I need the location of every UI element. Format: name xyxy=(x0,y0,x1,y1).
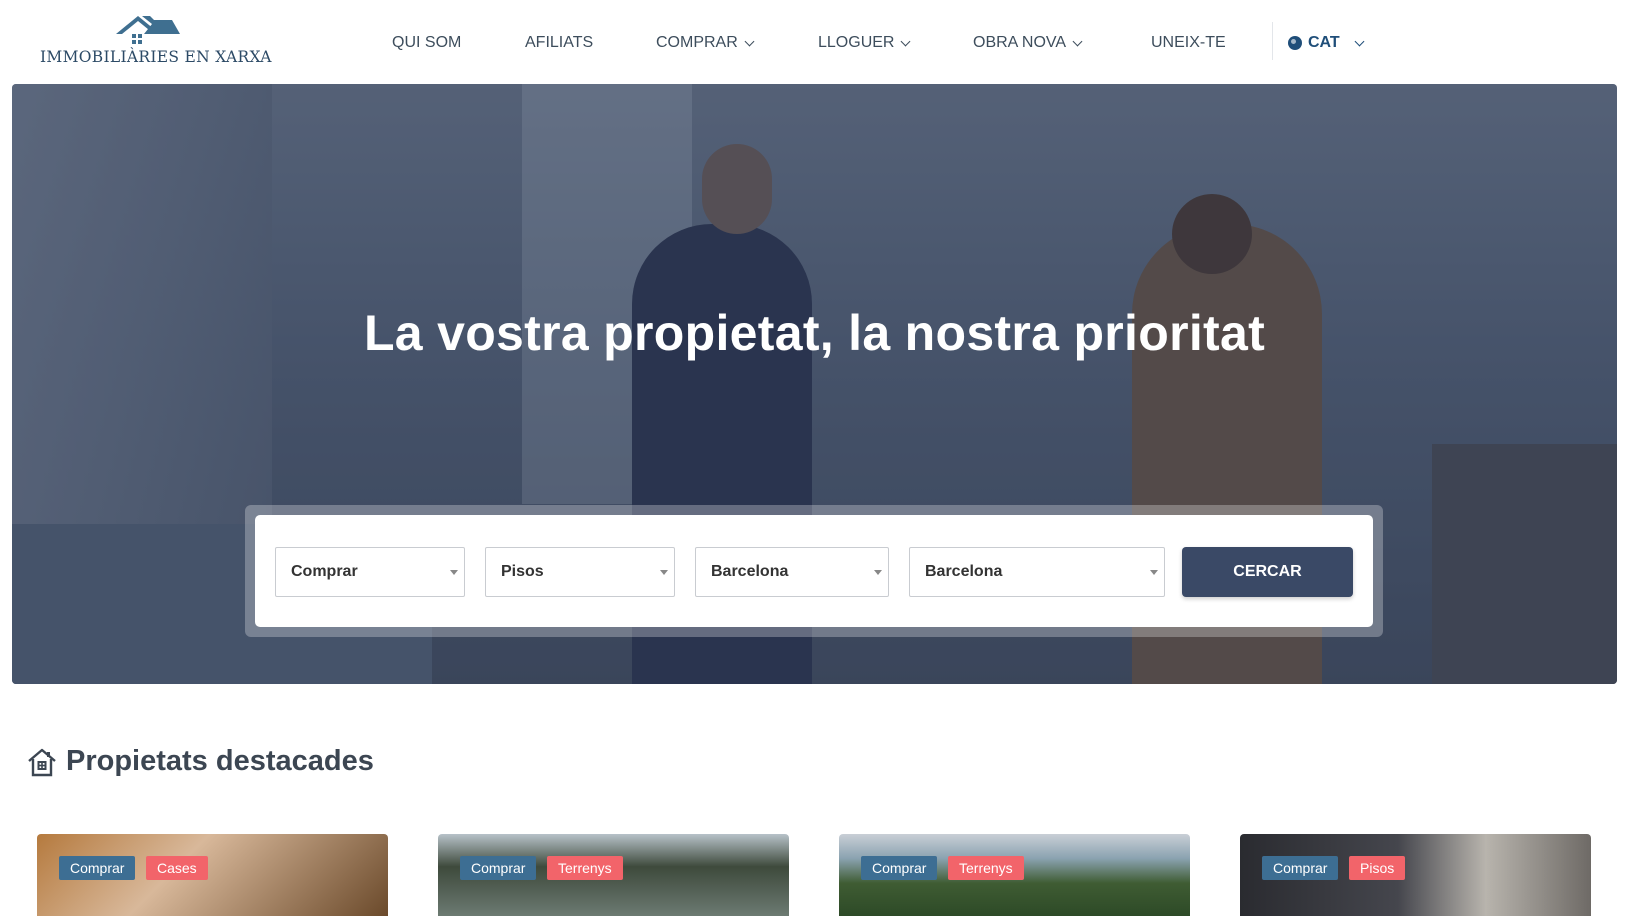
nav-label: COMPRAR xyxy=(656,34,738,51)
house-roof-icon xyxy=(116,16,180,44)
operation-badge: Comprar xyxy=(460,856,537,880)
operation-value: Comprar xyxy=(291,563,358,580)
category-badge: Cases xyxy=(146,856,208,880)
property-card[interactable]: Comprar Terrenys xyxy=(438,834,789,916)
caret-down-icon xyxy=(660,570,668,575)
hero-title: La vostra propietat, la nostra prioritat xyxy=(363,305,1266,361)
logo-text: IMMOBILIÀRIES EN XARXA xyxy=(40,48,272,66)
globe-icon xyxy=(1288,36,1302,50)
search-form: Comprar Pisos Barcelona Barcelona CERCAR xyxy=(255,515,1373,627)
site-logo[interactable]: IMMOBILIÀRIES EN XARXA xyxy=(40,12,271,72)
property-type-value: Pisos xyxy=(501,563,544,580)
operation-badge: Comprar xyxy=(1262,856,1339,880)
nav-afiliats[interactable]: AFILIATS xyxy=(525,34,593,52)
city-select[interactable]: Barcelona xyxy=(909,547,1165,597)
site-header: IMMOBILIÀRIES EN XARXA QUI SOM AFILIATS … xyxy=(0,0,1627,84)
nav-label: OBRA NOVA xyxy=(973,34,1067,51)
property-type-select[interactable]: Pisos xyxy=(485,547,675,597)
category-badge: Pisos xyxy=(1349,856,1406,880)
category-badge: Terrenys xyxy=(948,856,1024,880)
nav-lloguer[interactable]: LLOGUER xyxy=(818,34,911,52)
hero-banner: La vostra propietat, la nostra prioritat… xyxy=(12,84,1617,684)
chevron-down-icon xyxy=(744,36,755,46)
search-button[interactable]: CERCAR xyxy=(1182,547,1353,597)
property-card[interactable]: Comprar Terrenys xyxy=(839,834,1190,916)
featured-title: Propietats destacades xyxy=(66,745,374,777)
language-selector[interactable]: CAT xyxy=(1288,34,1365,52)
province-value: Barcelona xyxy=(711,563,789,580)
province-select[interactable]: Barcelona xyxy=(695,547,889,597)
category-badge: Terrenys xyxy=(547,856,623,880)
operation-badge: Comprar xyxy=(861,856,938,880)
nav-label: QUI SOM xyxy=(392,34,462,51)
operation-select[interactable]: Comprar xyxy=(275,547,465,597)
nav-label: UNEIX-TE xyxy=(1151,34,1226,51)
nav-label: LLOGUER xyxy=(818,34,895,51)
chevron-down-icon xyxy=(1354,36,1365,46)
operation-badge: Comprar xyxy=(59,856,136,880)
caret-down-icon xyxy=(874,570,882,575)
language-label: CAT xyxy=(1308,34,1340,51)
search-panel: Comprar Pisos Barcelona Barcelona CERCAR xyxy=(245,505,1383,637)
nav-comprar[interactable]: COMPRAR xyxy=(656,34,755,52)
nav-qui-som[interactable]: QUI SOM xyxy=(392,34,461,52)
chevron-down-icon xyxy=(1072,36,1083,46)
nav-uneix-te[interactable]: UNEIX-TE xyxy=(1151,34,1226,52)
nav-label: AFILIATS xyxy=(525,34,594,51)
chevron-down-icon xyxy=(901,36,911,46)
nav-obra-nova[interactable]: OBRA NOVA xyxy=(973,34,1083,52)
property-card[interactable]: Comprar Cases xyxy=(37,834,388,916)
featured-heading: Propietats destacades xyxy=(26,745,374,778)
caret-down-icon xyxy=(450,570,458,575)
property-card[interactable]: Comprar Pisos xyxy=(1240,834,1591,916)
city-value: Barcelona xyxy=(925,563,1003,580)
nav-divider xyxy=(1272,22,1273,60)
house-icon xyxy=(28,748,56,776)
caret-down-icon xyxy=(1150,570,1158,575)
